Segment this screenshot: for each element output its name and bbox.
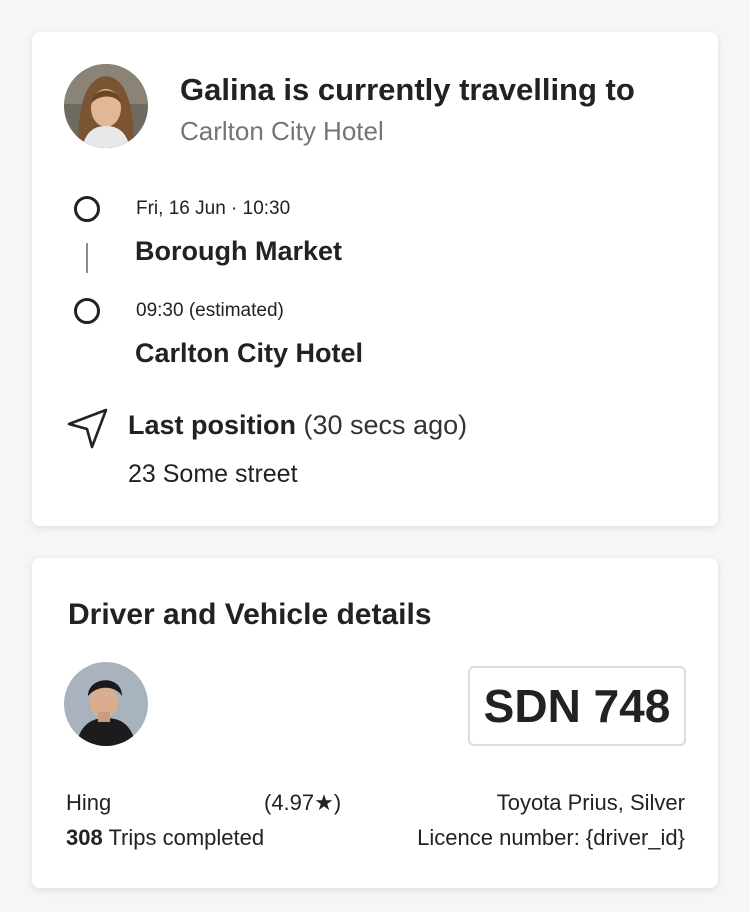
last-position-street: 23 Some street [128,460,298,488]
last-position-label: Last position [128,410,296,440]
driver-card-heading: Driver and Vehicle details [68,598,432,631]
passenger-avatar [64,64,148,148]
driver-vehicle-card: Driver and Vehicle details SDN 748 Hing … [32,558,718,888]
trip-status-card: Galina is currently travelling to Carlto… [32,32,718,526]
navigation-arrow-icon [66,407,110,456]
driver-rating: (4.97★) [264,790,342,815]
trip-title: Galina is currently travelling to [180,72,635,107]
vehicle-description: Toyota Prius, Silver [496,790,685,815]
driver-name: Hing [66,790,112,815]
driver-avatar [64,662,148,746]
stop-time: 09:30 (estimated) [136,300,284,321]
stop-time: Fri, 16 Jun · 10:30 [136,198,291,219]
circle-outline-icon [74,196,100,222]
circle-outline-icon [74,298,100,324]
trips-label: Trips completed [108,825,265,850]
licence-plate: SDN 748 [468,666,686,746]
licence-number: Licence number: {driver_id} [417,825,685,850]
trips-count: 308 [66,825,103,850]
trip-destination: Carlton City Hotel [180,116,384,146]
last-position-line: Last position (30 secs ago) [128,410,467,441]
route-connector-line [86,243,88,273]
driver-trips: 308 Trips completed [66,825,264,851]
stop-name: Carlton City Hotel [135,338,364,368]
last-position-ago: (30 secs ago) [303,410,468,440]
stop-name: Borough Market [135,236,343,266]
